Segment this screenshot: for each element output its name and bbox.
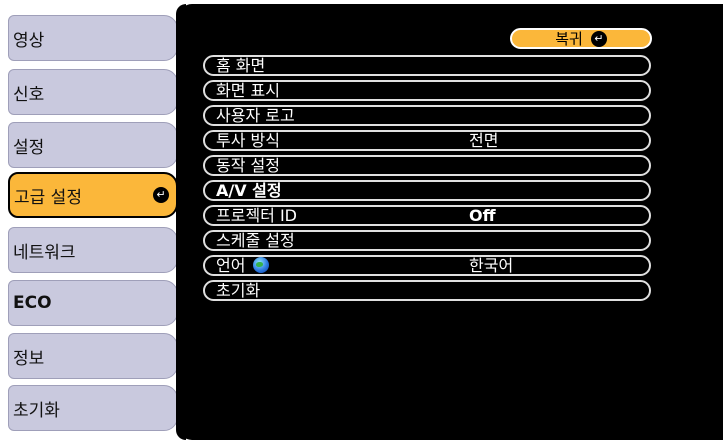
menu-item-image[interactable]: 영상 bbox=[8, 15, 178, 61]
menu-item-settings[interactable]: 설정 bbox=[8, 122, 178, 168]
row-label: A/V 설정 bbox=[216, 181, 282, 200]
row-label-wrap: 언어 bbox=[216, 256, 270, 276]
menu-item-eco[interactable]: ECO bbox=[8, 280, 178, 326]
enter-icon: ↵ bbox=[590, 30, 607, 47]
row-label: 프로젝터 ID bbox=[216, 206, 298, 225]
row-schedule[interactable]: 스케줄 설정 bbox=[203, 230, 651, 251]
row-projector-id[interactable]: 프로젝터 ID Off bbox=[203, 205, 651, 226]
menu-item-label: 정보 bbox=[13, 348, 45, 369]
row-label: 초기화 bbox=[216, 281, 261, 300]
row-display[interactable]: 화면 표시 bbox=[203, 80, 651, 101]
row-user-logo[interactable]: 사용자 로고 bbox=[203, 105, 651, 126]
menu-item-label: ECO bbox=[13, 293, 52, 313]
row-projection[interactable]: 투사 방식 전면 bbox=[203, 130, 651, 151]
row-label: 언어 bbox=[216, 256, 246, 275]
row-home-screen[interactable]: 홈 화면 bbox=[203, 55, 651, 76]
menu-item-label: 초기화 bbox=[13, 400, 60, 421]
menu-item-label: 고급 설정 bbox=[14, 187, 82, 208]
row-operation[interactable]: 동작 설정 bbox=[203, 155, 651, 176]
row-label: 투사 방식 bbox=[216, 131, 280, 150]
back-button[interactable]: 복귀 ↵ bbox=[510, 28, 652, 49]
row-label: 스케줄 설정 bbox=[216, 231, 295, 250]
menu-item-reset[interactable]: 초기화 bbox=[8, 385, 178, 431]
row-value: Off bbox=[469, 206, 496, 225]
menu-item-signal[interactable]: 신호 bbox=[8, 69, 178, 115]
row-language[interactable]: 언어 한국어 bbox=[203, 255, 651, 276]
row-reset[interactable]: 초기화 bbox=[203, 280, 651, 301]
menu-item-extended[interactable]: 고급 설정 ↵ bbox=[8, 172, 178, 218]
back-button-label: 복귀 bbox=[555, 30, 583, 48]
row-label: 홈 화면 bbox=[216, 56, 266, 75]
row-label: 사용자 로고 bbox=[216, 106, 295, 125]
menu-item-info[interactable]: 정보 bbox=[8, 333, 178, 379]
row-av-settings[interactable]: A/V 설정 bbox=[203, 180, 651, 201]
menu-item-label: 설정 bbox=[13, 137, 45, 158]
row-value: 전면 bbox=[469, 131, 499, 150]
menu-item-network[interactable]: 네트워크 bbox=[8, 227, 178, 273]
row-label: 화면 표시 bbox=[216, 81, 280, 100]
row-label: 동작 설정 bbox=[216, 156, 280, 175]
menu-item-label: 네트워크 bbox=[13, 242, 76, 263]
globe-icon bbox=[253, 257, 270, 273]
enter-icon: ↵ bbox=[153, 187, 169, 203]
menu-item-label: 영상 bbox=[13, 30, 45, 51]
row-value: 한국어 bbox=[469, 256, 514, 275]
menu-item-label: 신호 bbox=[13, 84, 45, 105]
